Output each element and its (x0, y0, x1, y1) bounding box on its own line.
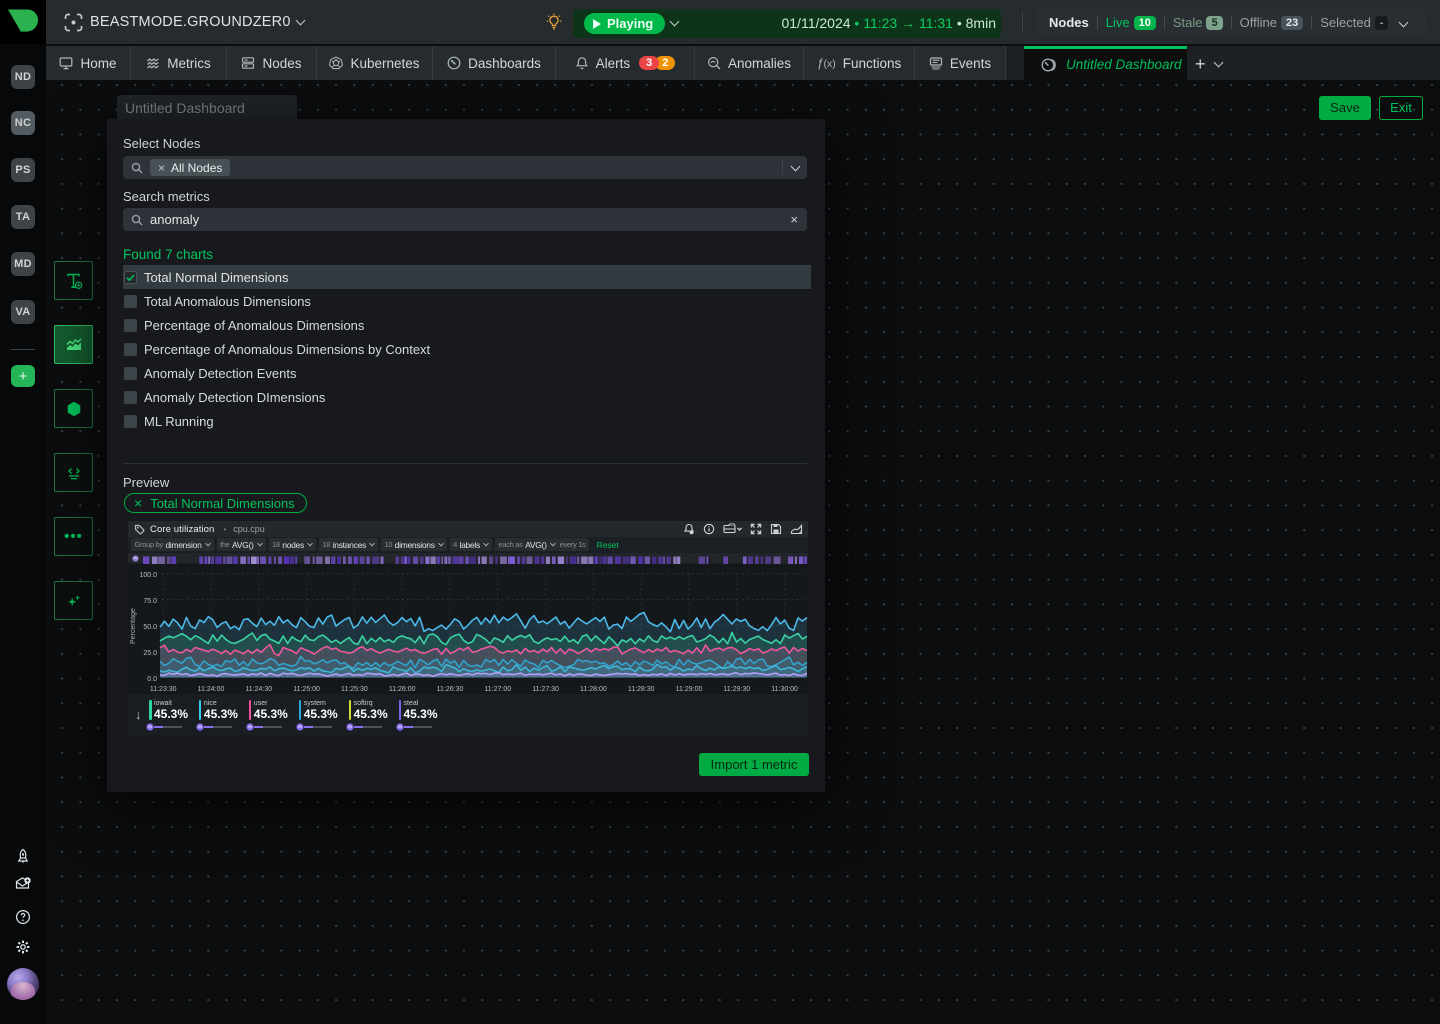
svg-text:11:28:30: 11:28:30 (628, 686, 655, 693)
svg-text:11:24:00: 11:24:00 (198, 686, 225, 693)
svg-text:11:27:00: 11:27:00 (484, 686, 511, 693)
svg-text:50.0: 50.0 (143, 624, 157, 631)
svg-text:11:25:30: 11:25:30 (341, 686, 368, 693)
svg-text:11:23:30: 11:23:30 (150, 686, 177, 693)
svg-text:11:27:30: 11:27:30 (532, 686, 559, 693)
svg-text:11:26:00: 11:26:00 (389, 686, 416, 693)
svg-text:100.0: 100.0 (139, 572, 157, 579)
svg-text:75.0: 75.0 (143, 598, 157, 605)
svg-text:0.0: 0.0 (147, 676, 157, 683)
svg-text:11:24:30: 11:24:30 (245, 686, 272, 693)
svg-text:11:28:00: 11:28:00 (580, 686, 607, 693)
svg-text:11:29:00: 11:29:00 (676, 686, 703, 693)
svg-text:11:26:30: 11:26:30 (437, 686, 464, 693)
svg-text:11:29:30: 11:29:30 (723, 686, 750, 693)
svg-text:25.0: 25.0 (143, 650, 157, 657)
svg-text:11:25:00: 11:25:00 (293, 686, 320, 693)
svg-text:11:30:00: 11:30:00 (771, 686, 798, 693)
